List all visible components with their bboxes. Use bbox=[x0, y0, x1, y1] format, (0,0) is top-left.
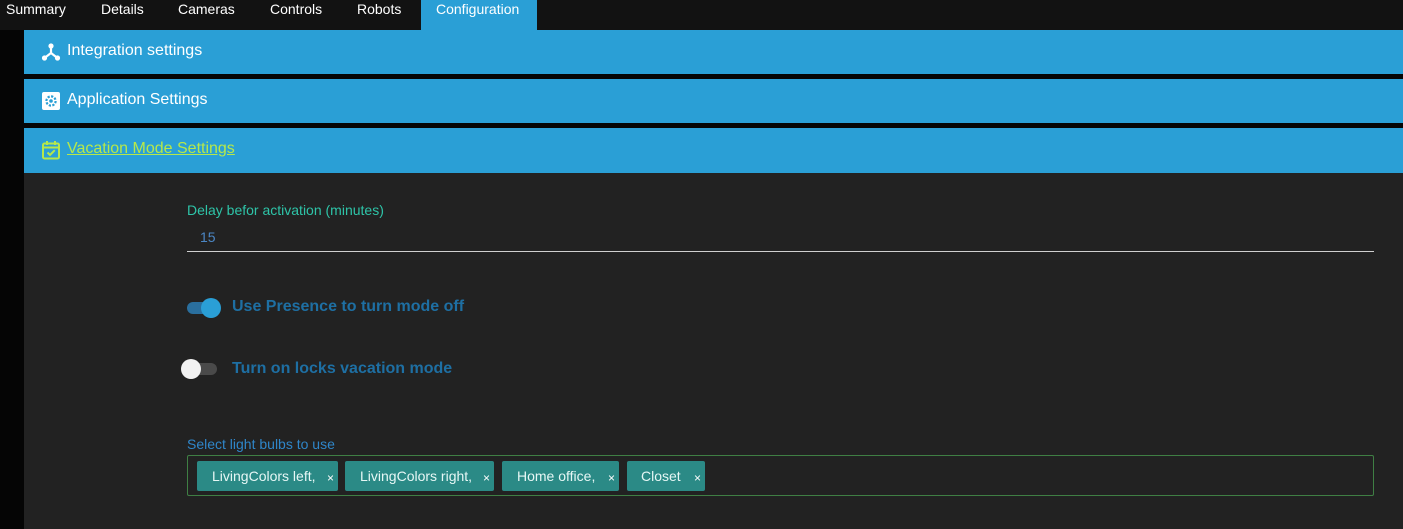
integration-settings-label: Integration settings bbox=[67, 42, 203, 59]
gear-icon bbox=[41, 91, 61, 111]
bulb-chip: Home office, × bbox=[502, 461, 619, 491]
bulb-chip: LivingColors right, × bbox=[345, 461, 494, 491]
tab-cameras[interactable]: Cameras bbox=[163, 0, 251, 30]
bulb-chip: Closet × bbox=[627, 461, 705, 491]
tab-details[interactable]: Details bbox=[86, 0, 156, 30]
bulb-chip-label: LivingColors left, bbox=[212, 468, 316, 484]
tab-summary[interactable]: Summary bbox=[0, 0, 80, 30]
delay-label: Delay befor activation (minutes) bbox=[187, 202, 384, 218]
vacation-mode-settings-label: Vacation Mode Settings bbox=[67, 140, 235, 157]
tab-configuration[interactable]: Configuration bbox=[421, 0, 537, 30]
bulb-chip-label: LivingColors right, bbox=[360, 468, 473, 484]
tab-controls[interactable]: Controls bbox=[255, 0, 340, 30]
tab-bar: Summary Details Cameras Controls Robots … bbox=[0, 0, 1403, 30]
locks-toggle-label: Turn on locks vacation mode bbox=[232, 360, 453, 377]
locks-toggle-knob bbox=[181, 359, 201, 379]
bulbs-select[interactable]: LivingColors left, × LivingColors right,… bbox=[187, 455, 1374, 496]
integration-settings-header[interactable]: Integration settings bbox=[24, 30, 1403, 74]
vacation-mode-settings-header[interactable]: Vacation Mode Settings bbox=[24, 128, 1403, 173]
presence-toggle[interactable] bbox=[185, 298, 221, 318]
bulb-chip: LivingColors left, × bbox=[197, 461, 338, 491]
delay-input[interactable] bbox=[187, 222, 1374, 252]
calendar-check-icon bbox=[41, 140, 61, 160]
locks-toggle[interactable] bbox=[181, 359, 217, 379]
remove-chip-icon[interactable]: × bbox=[694, 463, 701, 493]
remove-chip-icon[interactable]: × bbox=[483, 463, 490, 493]
presence-toggle-label: Use Presence to turn mode off bbox=[232, 298, 465, 315]
tab-robots[interactable]: Robots bbox=[342, 0, 417, 30]
presence-toggle-knob bbox=[201, 298, 221, 318]
bulbs-label: Select light bulbs to use bbox=[187, 436, 335, 452]
bulb-chip-label: Home office, bbox=[517, 468, 596, 484]
hub-icon bbox=[41, 42, 61, 62]
remove-chip-icon[interactable]: × bbox=[608, 463, 615, 493]
remove-chip-icon[interactable]: × bbox=[327, 463, 334, 493]
bulb-chip-label: Closet bbox=[641, 468, 681, 484]
application-settings-header[interactable]: Application Settings bbox=[24, 79, 1403, 123]
application-settings-label: Application Settings bbox=[67, 91, 208, 108]
